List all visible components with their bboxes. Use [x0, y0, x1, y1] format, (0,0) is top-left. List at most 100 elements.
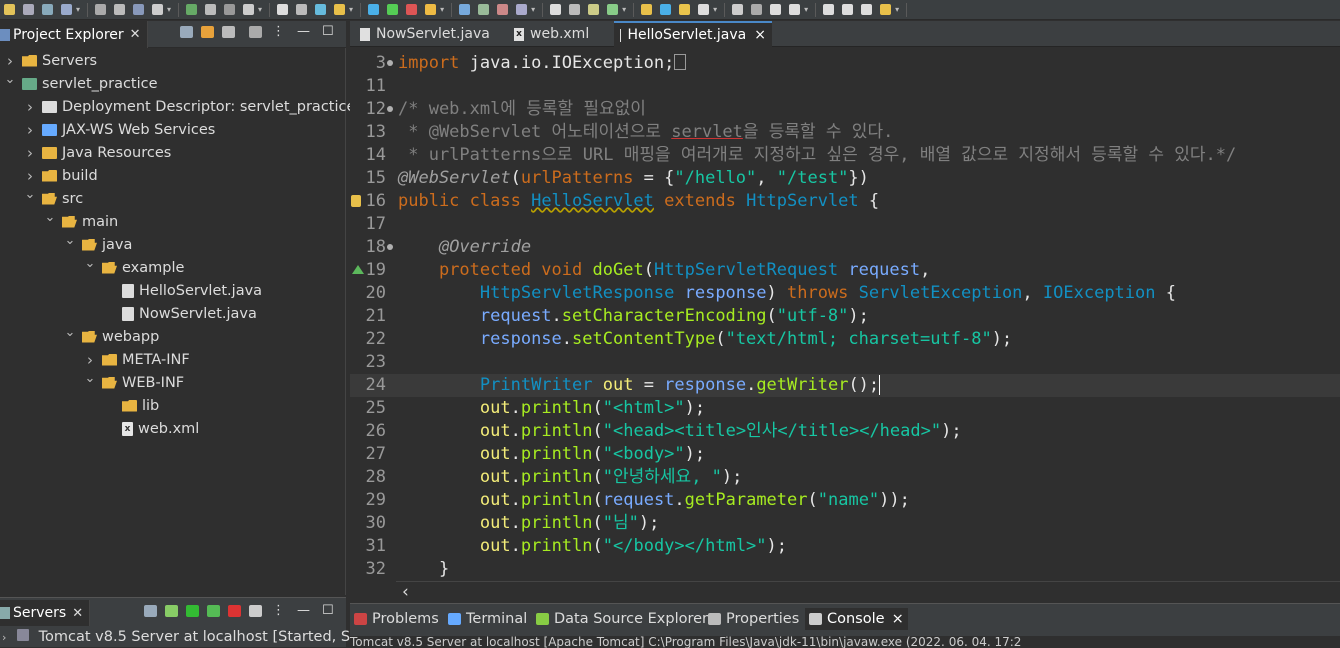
toolbar-action-icon[interactable]	[42, 4, 53, 15]
toolbar-action-icon[interactable]	[114, 4, 126, 15]
toolbar-action-icon[interactable]	[569, 4, 581, 15]
toolbar-action-icon[interactable]	[459, 4, 471, 15]
toolbar-action-icon[interactable]	[224, 4, 236, 15]
tree-item[interactable]: x web.xml	[104, 417, 199, 440]
toolbar-action-icon[interactable]	[497, 4, 509, 15]
toolbar-action-icon[interactable]	[861, 4, 873, 15]
code-line[interactable]: 12 /* web.xml에 등록할 필요없이	[350, 98, 1340, 121]
chevron-down-icon[interactable]: ⌄	[64, 325, 76, 340]
code-line[interactable]: 15 @WebServlet(urlPatterns = {"/hello", "…	[350, 167, 1340, 190]
chevron-right-icon[interactable]: ›	[4, 52, 16, 70]
close-icon[interactable]: ×	[754, 27, 766, 43]
tree-item[interactable]: › Deployment Descriptor: servlet_practice	[24, 95, 355, 118]
toolbar-action-icon[interactable]	[133, 4, 145, 15]
toolbar-action-icon[interactable]	[152, 4, 164, 15]
tree-item[interactable]: NowServlet.java	[104, 302, 257, 325]
code-line[interactable]: 11	[350, 75, 1340, 98]
chevron-right-icon[interactable]: ›	[24, 121, 36, 139]
toolbar-action-icon[interactable]	[550, 4, 562, 15]
fold-toggle-icon[interactable]	[387, 60, 393, 66]
code-line[interactable]: 20 HttpServletResponse response) throws …	[350, 282, 1340, 305]
tab-project-explorer[interactable]: Project Explorer ✕	[0, 21, 148, 48]
code-line[interactable]: 31 out.println("</body></html>");	[350, 535, 1340, 558]
toolbar-action-icon[interactable]	[406, 4, 418, 15]
code-line[interactable]: 24 PrintWriter out = response.getWriter(…	[350, 374, 1340, 397]
code-line[interactable]: 19 protected void doGet(HttpServletReque…	[350, 259, 1340, 282]
toolbar-action-icon[interactable]	[315, 4, 327, 15]
dropdown-arrow-icon[interactable]: ▾	[531, 5, 535, 14]
toolbar-action-icon[interactable]	[205, 4, 217, 15]
tree-item[interactable]: ⌄ servlet_practice	[4, 72, 158, 95]
collapse-all-icon[interactable]	[180, 25, 193, 38]
toolbar-action-icon[interactable]	[95, 4, 107, 15]
toolbar-action-icon[interactable]	[770, 4, 782, 15]
toolbar-action-icon[interactable]	[607, 4, 619, 15]
chevron-down-icon[interactable]: ⌄	[4, 72, 16, 87]
code-line[interactable]: 18 @Override	[350, 236, 1340, 259]
dropdown-arrow-icon[interactable]: ▾	[76, 5, 80, 14]
toolbar-action-icon[interactable]	[789, 4, 801, 15]
code-line[interactable]: 13 * @WebServlet 어노테이션으로 servlet을 등록할 수 …	[350, 121, 1340, 144]
tree-item[interactable]: ⌄ java	[64, 233, 133, 256]
toolbar-action-icon[interactable]	[516, 4, 528, 15]
chevron-down-icon[interactable]: ⌄	[84, 371, 96, 386]
code-line[interactable]: 3 import java.io.IOException;	[350, 52, 1340, 75]
dropdown-arrow-icon[interactable]: ▾	[258, 5, 262, 14]
close-icon[interactable]: ×	[892, 611, 904, 627]
dropdown-arrow-icon[interactable]: ▾	[440, 5, 444, 14]
tree-item[interactable]: › build	[24, 164, 98, 187]
toolbar-action-icon[interactable]	[334, 4, 346, 15]
dropdown-arrow-icon[interactable]: ▾	[349, 5, 353, 14]
toolbar-action-icon[interactable]	[698, 4, 710, 15]
minimize-icon[interactable]: —	[297, 24, 310, 39]
debug-server-icon[interactable]	[165, 604, 178, 617]
chevron-right-icon[interactable]: ›	[24, 98, 36, 116]
code-line[interactable]: 21 request.setCharacterEncoding("utf-8")…	[350, 305, 1340, 328]
override-marker-icon[interactable]	[352, 265, 364, 274]
dropdown-arrow-icon[interactable]: ▾	[895, 5, 899, 14]
link-editor-icon[interactable]	[201, 25, 214, 38]
toolbar-action-icon[interactable]	[732, 4, 744, 15]
dropdown-arrow-icon[interactable]: ▾	[622, 5, 626, 14]
tree-item[interactable]: lib	[104, 394, 159, 417]
code-line[interactable]: 25 out.println("<html>");	[350, 397, 1340, 420]
code-line[interactable]: 16 public class HelloServlet extends Http…	[350, 190, 1340, 213]
toolbar-action-icon[interactable]	[4, 4, 15, 15]
publish-icon[interactable]	[249, 604, 262, 617]
chevron-down-icon[interactable]: ⌄	[44, 210, 56, 225]
tree-item[interactable]: ⌄ main	[44, 210, 119, 233]
toolbar-action-icon[interactable]	[61, 4, 72, 15]
tree-item[interactable]: › Servers	[4, 49, 97, 72]
tab-data-source-explorer[interactable]: Data Source Explorer	[536, 608, 708, 630]
chevron-down-icon[interactable]: ⌄	[84, 256, 96, 271]
view-menu-icon[interactable]: ⋮	[272, 603, 285, 618]
maximize-icon[interactable]: ☐	[322, 24, 334, 39]
toolbar-action-icon[interactable]	[478, 4, 490, 15]
close-icon[interactable]: ✕	[72, 606, 83, 621]
chevron-right-icon[interactable]: ›	[24, 144, 36, 162]
expand-arrow-icon[interactable]: ›	[2, 631, 6, 644]
code-line[interactable]: 23	[350, 351, 1340, 374]
tree-item[interactable]: ⌄ webapp	[64, 325, 160, 348]
code-line[interactable]: 17	[350, 213, 1340, 236]
warning-marker-icon[interactable]	[351, 195, 361, 207]
code-line[interactable]: 30 out.println("님");	[350, 512, 1340, 535]
toolbar-action-icon[interactable]	[660, 4, 672, 15]
toolbar-action-icon[interactable]	[23, 4, 34, 15]
new-server-icon[interactable]	[144, 604, 157, 617]
toolbar-action-icon[interactable]	[387, 4, 399, 15]
tree-item[interactable]: › JAX-WS Web Services	[24, 118, 215, 141]
fold-toggle-icon[interactable]	[387, 106, 393, 112]
toolbar-action-icon[interactable]	[679, 4, 691, 15]
tab-web-xml[interactable]: x web.xml	[508, 21, 595, 47]
profile-server-icon[interactable]	[207, 604, 220, 617]
tree-item[interactable]: ⌄ example	[84, 256, 185, 279]
toolbar-action-icon[interactable]	[751, 4, 763, 15]
toolbar-action-icon[interactable]	[296, 4, 308, 15]
chevron-right-icon[interactable]: ›	[24, 167, 36, 185]
code-line[interactable]: 28 out.println("안녕하세요, ");	[350, 466, 1340, 489]
code-line[interactable]: 32 }	[350, 558, 1340, 581]
horizontal-scrollbar[interactable]: ‹	[396, 581, 1340, 603]
tab-terminal[interactable]: Terminal	[448, 608, 527, 630]
toolbar-action-icon[interactable]	[425, 4, 437, 15]
